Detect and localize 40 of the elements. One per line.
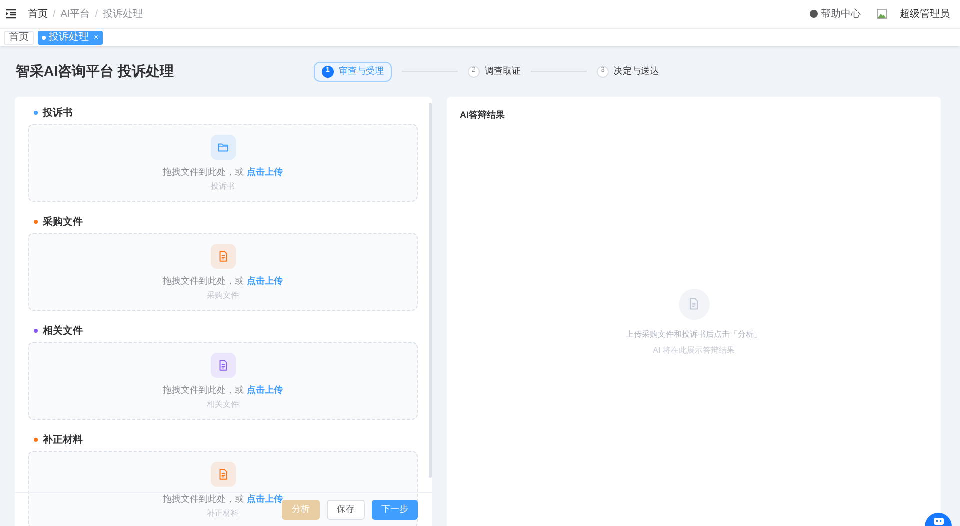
- close-button[interactable]: ×: [94, 32, 99, 44]
- empty-message: 上传采购文件和投诉书后点击「分析」: [626, 328, 762, 340]
- file-type-caption: 补正材料: [207, 508, 239, 520]
- upload-dropzone[interactable]: 拖拽文件到此处，或 点击上传 投诉书: [28, 124, 418, 202]
- document-icon: [678, 288, 710, 320]
- upload-hint: 拖拽文件到此处，或 点击上传: [163, 275, 283, 288]
- upload-dropzone[interactable]: 拖拽文件到此处，或 点击上传 相关文件: [28, 342, 418, 420]
- file-type-caption: 采购文件: [207, 290, 239, 302]
- upload-hint: 拖拽文件到此处，或 点击上传: [163, 493, 283, 506]
- image-icon: [877, 9, 887, 19]
- section-label: 投诉书: [43, 106, 73, 120]
- breadcrumb-separator: /: [53, 8, 56, 22]
- help-link[interactable]: 帮助中心: [821, 6, 861, 22]
- section-label: 补正材料: [43, 433, 83, 448]
- robot-icon: [934, 518, 944, 525]
- section-label: 采购文件: [43, 216, 83, 230]
- document-icon: [210, 353, 236, 378]
- upload-link[interactable]: 点击上传: [246, 167, 283, 177]
- panel-title: AI答辩结果: [460, 109, 506, 122]
- upload-hint: 拖拽文件到此处，或 点击上传: [163, 384, 283, 397]
- page-title: 智采AI咨询平台 投诉处理: [16, 62, 175, 81]
- folder-icon: [210, 135, 236, 160]
- upload-dropzone[interactable]: 拖拽文件到此处，或 点击上传 采购文件: [28, 233, 418, 311]
- breadcrumb-link[interactable]: AI平台: [60, 6, 90, 22]
- action-button[interactable]: 下一步: [372, 500, 418, 520]
- document-icon: [210, 244, 236, 269]
- action-button[interactable]: 保存: [327, 500, 365, 520]
- file-type-caption: 投诉书: [211, 180, 235, 192]
- upload-hint: 拖拽文件到此处，或 点击上传: [163, 166, 283, 179]
- tab[interactable]: 首页: [4, 30, 34, 44]
- upload-link[interactable]: 点击上传: [246, 494, 283, 504]
- upload-link[interactable]: 点击上传: [246, 276, 283, 286]
- tab[interactable]: 投诉处理 ×: [38, 30, 103, 44]
- breadcrumb-link[interactable]: 首页: [28, 6, 48, 22]
- upload-link[interactable]: 点击上传: [246, 385, 283, 395]
- file-type-caption: 相关文件: [207, 398, 239, 410]
- document-icon: [210, 462, 236, 487]
- section-label: 相关文件: [43, 324, 83, 338]
- user-name[interactable]: 超级管理员: [900, 6, 950, 22]
- breadcrumb-separator: /: [95, 8, 98, 22]
